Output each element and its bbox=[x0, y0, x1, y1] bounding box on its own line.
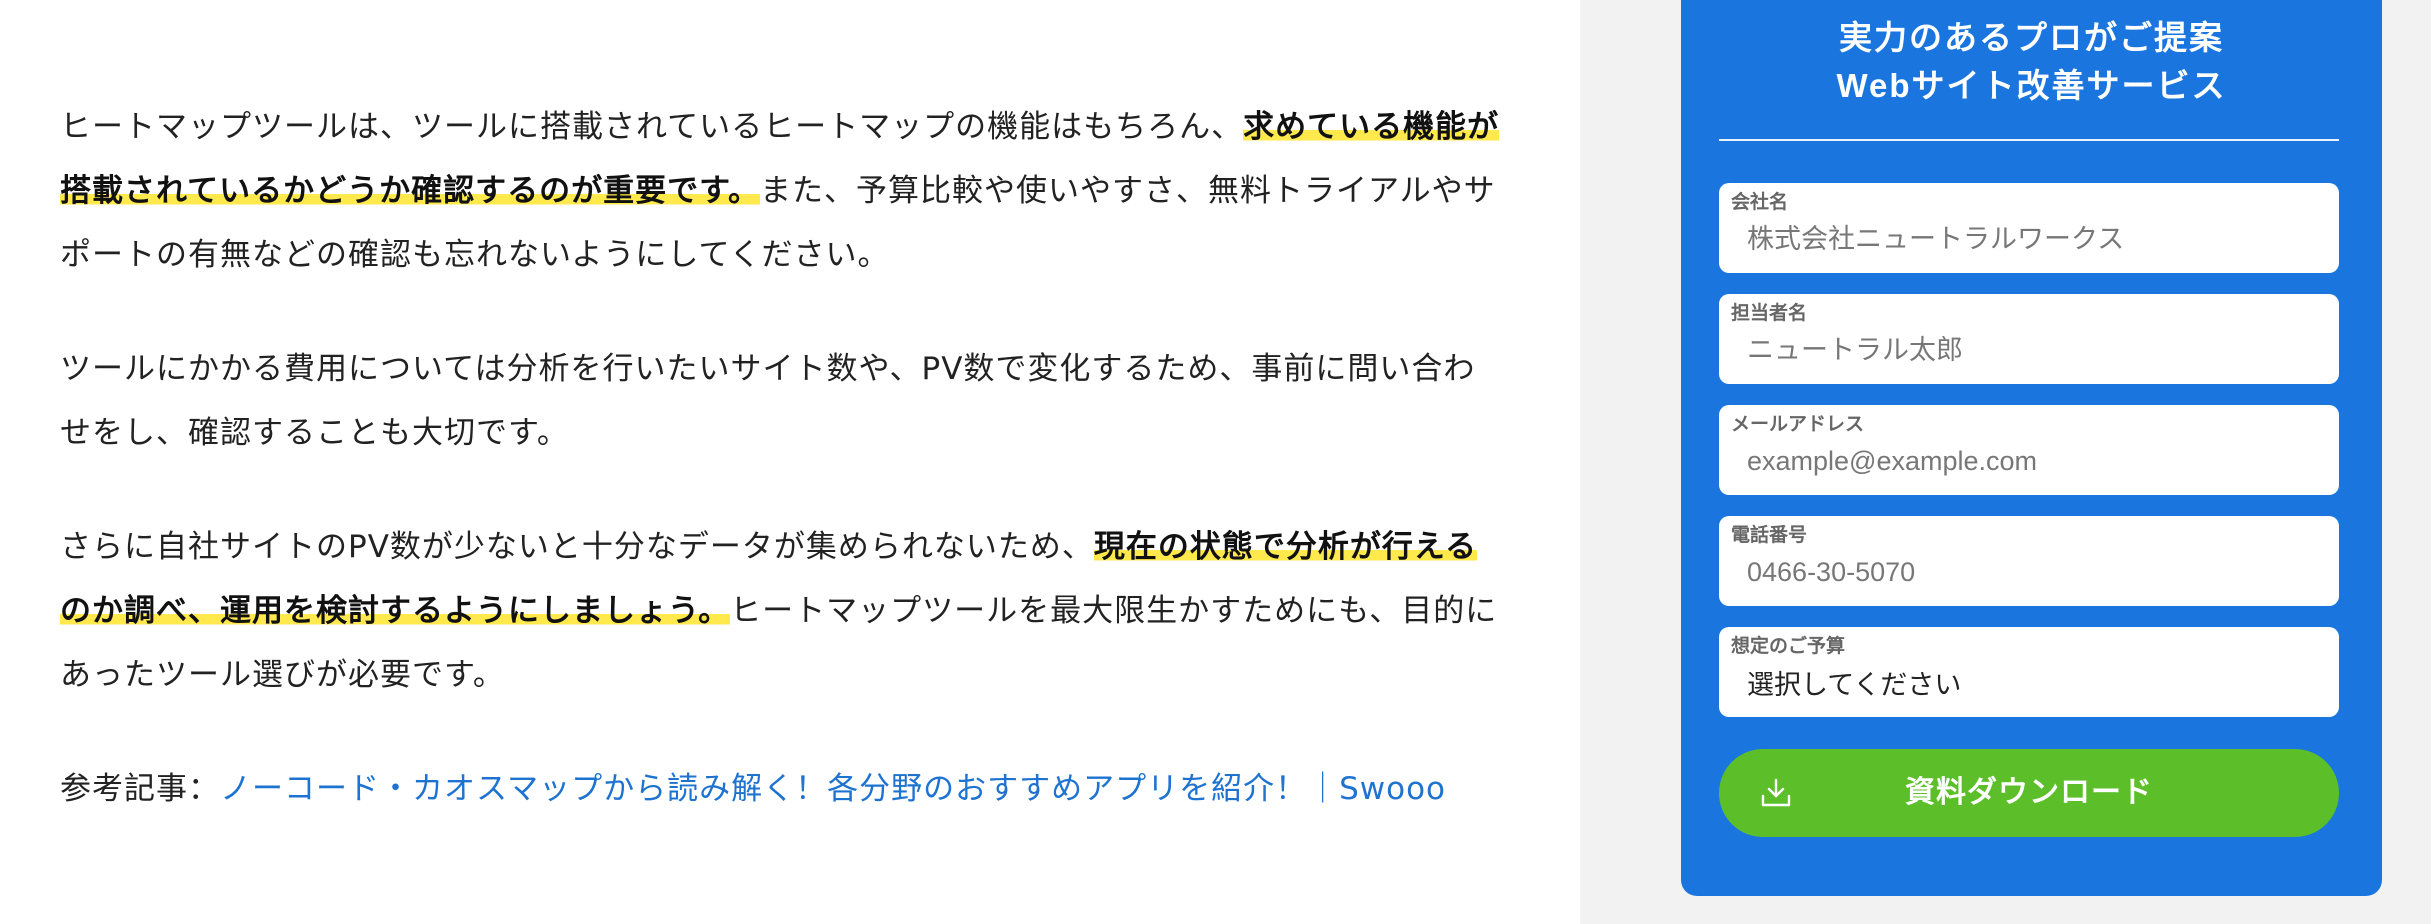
company-name-field[interactable]: 会社名 bbox=[1719, 183, 2339, 273]
reference-link[interactable]: ノーコード・カオスマップから読み解く！各分野のおすすめアプリを紹介！｜Swooo bbox=[220, 771, 1446, 807]
email-label: メールアドレス bbox=[1731, 413, 1865, 435]
budget-select-value[interactable]: 選択してください bbox=[1747, 663, 1961, 702]
budget-select[interactable]: 想定のご予算 選択してください bbox=[1719, 627, 2339, 717]
company-name-label: 会社名 bbox=[1731, 191, 1789, 213]
download-form-panel: 実力のあるプロがご提案 Webサイト改善サービス 会社名 担当者名 メールアドレ… bbox=[1681, 0, 2382, 896]
page: ヒートマップツールは、ツールに搭載されているヒートマップの機能はもちろん、求めて… bbox=[0, 0, 2431, 924]
paragraph-2: ツールにかかる費用については分析を行いたいサイト数や、PV数で変化するため、事前… bbox=[60, 337, 1500, 465]
panel-divider bbox=[1719, 139, 2339, 141]
contact-name-field[interactable]: 担当者名 bbox=[1719, 294, 2339, 384]
phone-label: 電話番号 bbox=[1731, 524, 1808, 546]
reference-prefix: 参考記事： bbox=[60, 771, 220, 807]
panel-title-line-1: 実力のあるプロがご提案 bbox=[1839, 19, 2224, 56]
contact-name-label: 担当者名 bbox=[1731, 302, 1808, 324]
download-button-label: 資料ダウンロード bbox=[1905, 775, 2153, 810]
article-body: ヒートマップツールは、ツールに搭載されているヒートマップの機能はもちろん、求めて… bbox=[60, 95, 1500, 821]
email-input[interactable] bbox=[1747, 439, 2317, 483]
paragraph-3-text-a: さらに自社サイトのPV数が少ないと十分なデータが集められないため、 bbox=[60, 529, 1094, 565]
contact-name-input[interactable] bbox=[1747, 328, 2317, 372]
paragraph-1: ヒートマップツールは、ツールに搭載されているヒートマップの機能はもちろん、求めて… bbox=[60, 95, 1500, 287]
panel-title-line-2: Webサイト改善サービス bbox=[1836, 67, 2227, 104]
phone-input[interactable] bbox=[1747, 550, 2317, 594]
paragraph-1-text-a: ヒートマップツールは、ツールに搭載されているヒートマップの機能はもちろん、 bbox=[60, 109, 1244, 145]
paragraph-2-text: ツールにかかる費用については分析を行いたいサイト数や、PV数で変化するため、事前… bbox=[60, 351, 1476, 451]
panel-title: 実力のあるプロがご提案 Webサイト改善サービス bbox=[1681, 14, 2382, 110]
email-field[interactable]: メールアドレス bbox=[1719, 405, 2339, 495]
paragraph-3: さらに自社サイトのPV数が少ないと十分なデータが集められないため、現在の状態で分… bbox=[60, 515, 1500, 707]
reference-paragraph: 参考記事：ノーコード・カオスマップから読み解く！各分野のおすすめアプリを紹介！｜… bbox=[60, 757, 1500, 821]
phone-field[interactable]: 電話番号 bbox=[1719, 516, 2339, 606]
company-name-input[interactable] bbox=[1747, 217, 2317, 261]
download-button[interactable]: 資料ダウンロード bbox=[1719, 749, 2339, 837]
budget-label: 想定のご予算 bbox=[1731, 635, 1846, 657]
